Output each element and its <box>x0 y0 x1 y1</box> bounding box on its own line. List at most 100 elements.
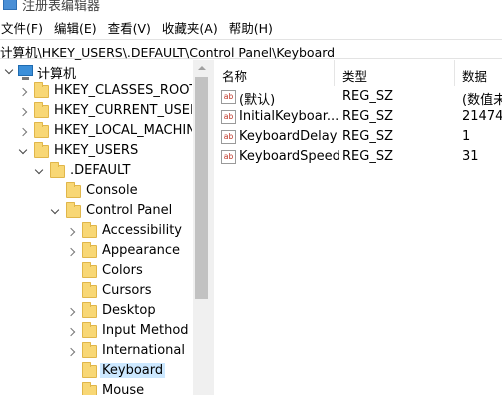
tree-scrollbar[interactable] <box>193 60 210 395</box>
chevron-down-icon[interactable] <box>4 65 14 75</box>
tree-node-label: Desktop <box>102 303 156 318</box>
regedit-app-icon <box>3 0 17 10</box>
values-list: 名称 类型 数据 ab (默认) REG_SZ (数值未 ab InitialK… <box>214 60 502 395</box>
list-header: 名称 类型 数据 <box>214 60 502 86</box>
tree-node-computer[interactable]: 计算机 <box>0 62 192 82</box>
chevron-right-icon[interactable] <box>66 247 76 257</box>
folder-icon <box>66 202 81 218</box>
scroll-up-arrow-icon[interactable] <box>193 60 210 74</box>
tree-node-label: Control Panel <box>86 203 173 218</box>
tree-node-label: Keyboard <box>100 363 166 378</box>
folder-icon <box>82 342 97 358</box>
chevron-right-icon[interactable] <box>18 107 28 117</box>
menu-favorites[interactable]: 收藏夹(A) <box>161 18 224 37</box>
tree-node-international[interactable]: International <box>0 342 192 362</box>
chevron-right-icon[interactable] <box>66 327 76 337</box>
value-name: KeyboardDelay <box>239 129 338 144</box>
title-bar: 注册表编辑器 <box>0 0 502 16</box>
tree-node-label: Console <box>86 183 138 198</box>
folder-icon <box>82 382 97 395</box>
value-data: (数值未 <box>462 93 502 108</box>
column-divider[interactable] <box>454 60 455 86</box>
folder-icon <box>82 222 97 238</box>
chevron-right-icon[interactable] <box>66 227 76 237</box>
tree-node-control-panel[interactable]: Control Panel <box>0 202 192 222</box>
chevron-down-icon[interactable] <box>50 205 60 215</box>
folder-icon <box>34 82 49 98</box>
value-name: InitialKeyboar... <box>239 109 339 124</box>
value-type: REG_SZ <box>342 89 393 104</box>
folder-icon <box>34 122 49 138</box>
value-name: KeyboardSpeed <box>239 149 339 164</box>
tree-node-input-method[interactable]: Input Method <box>0 322 192 342</box>
scrollbar-thumb[interactable] <box>195 77 208 299</box>
tree-node-hkey-current-user[interactable]: HKEY_CURRENT_USER <box>0 102 192 122</box>
chevron-down-icon[interactable] <box>18 145 28 155</box>
column-divider[interactable] <box>334 60 335 86</box>
tree-node-appearance[interactable]: Appearance <box>0 242 192 262</box>
value-type: REG_SZ <box>342 149 393 164</box>
tree-node-label: 计算机 <box>37 67 77 82</box>
folder-icon <box>82 302 97 318</box>
tree-node-hkey-classes-root[interactable]: HKEY_CLASSES_ROOT <box>0 82 192 102</box>
chevron-right-icon[interactable] <box>66 307 76 317</box>
folder-icon <box>82 282 97 298</box>
value-row[interactable]: ab KeyboardDelay REG_SZ 1 <box>214 127 502 147</box>
tree-node-default[interactable]: .DEFAULT <box>0 162 192 182</box>
address-bar[interactable]: 计算机\HKEY_USERS\.DEFAULT\Control Panel\Ke… <box>0 39 502 61</box>
registry-tree: 计算机 HKEY_CLASSES_ROOT HKEY_CURRENT_USER … <box>0 60 192 395</box>
value-type: REG_SZ <box>342 129 393 144</box>
string-value-icon: ab <box>221 130 236 144</box>
string-value-icon: ab <box>221 110 236 124</box>
folder-icon <box>82 262 97 278</box>
chevron-right-icon[interactable] <box>66 347 76 357</box>
tree-node-label: Accessibility <box>102 223 182 238</box>
tree-node-colors[interactable]: Colors <box>0 262 192 282</box>
value-row[interactable]: ab InitialKeyboar... REG_SZ 214748 <box>214 107 502 127</box>
menu-help[interactable]: 帮助(H) <box>228 18 279 37</box>
column-header-data[interactable]: 数据 <box>462 66 487 85</box>
value-row[interactable]: ab KeyboardSpeed REG_SZ 31 <box>214 147 502 167</box>
folder-icon <box>34 102 49 118</box>
tree-node-label: Colors <box>102 263 143 278</box>
folder-icon <box>82 322 97 338</box>
value-data: 1 <box>462 129 471 144</box>
column-header-type[interactable]: 类型 <box>342 66 367 85</box>
address-path[interactable]: 计算机\HKEY_USERS\.DEFAULT\Control Panel\Ke… <box>0 42 335 61</box>
tree-node-hkey-users[interactable]: HKEY_USERS <box>0 142 192 162</box>
value-type: REG_SZ <box>342 109 393 124</box>
folder-icon <box>34 142 49 158</box>
tree-node-hkey-local-machine[interactable]: HKEY_LOCAL_MACHINE <box>0 122 192 142</box>
tree-node-cursors[interactable]: Cursors <box>0 282 192 302</box>
chevron-down-icon[interactable] <box>34 165 44 175</box>
tree-node-desktop[interactable]: Desktop <box>0 302 192 322</box>
menu-bar: 文件(F) 编辑(E) 查看(V) 收藏夹(A) 帮助(H) <box>0 16 502 38</box>
menu-edit[interactable]: 编辑(E) <box>53 18 103 37</box>
tree-node-mouse[interactable]: Mouse <box>0 382 192 395</box>
menu-view[interactable]: 查看(V) <box>107 18 157 37</box>
tree-node-label: HKEY_CLASSES_ROOT <box>54 83 192 98</box>
tree-node-console[interactable]: Console <box>0 182 192 202</box>
tree-node-label: HKEY_USERS <box>54 143 139 158</box>
tree-node-label: Input Method <box>102 323 189 338</box>
string-value-icon: ab <box>221 90 236 104</box>
tree-node-label: HKEY_LOCAL_MACHINE <box>54 123 192 138</box>
tree-node-keyboard[interactable]: Keyboard <box>0 362 192 382</box>
value-data: 31 <box>462 149 479 164</box>
tree-node-label: Cursors <box>102 283 152 298</box>
tree-node-accessibility[interactable]: Accessibility <box>0 222 192 242</box>
value-name: (默认) <box>239 93 276 108</box>
tree-node-label: Mouse <box>102 383 145 395</box>
value-row[interactable]: ab (默认) REG_SZ (数值未 <box>214 87 502 108</box>
chevron-right-icon[interactable] <box>18 87 28 97</box>
folder-icon <box>82 242 97 258</box>
folder-icon <box>82 362 97 378</box>
computer-icon <box>18 65 33 80</box>
folder-icon <box>50 162 65 178</box>
string-value-icon: ab <box>221 150 236 164</box>
menu-file[interactable]: 文件(F) <box>0 18 49 37</box>
tree-node-label: International <box>102 343 185 358</box>
column-header-name[interactable]: 名称 <box>222 66 247 85</box>
chevron-right-icon[interactable] <box>18 127 28 137</box>
window-title: 注册表编辑器 <box>22 0 101 14</box>
